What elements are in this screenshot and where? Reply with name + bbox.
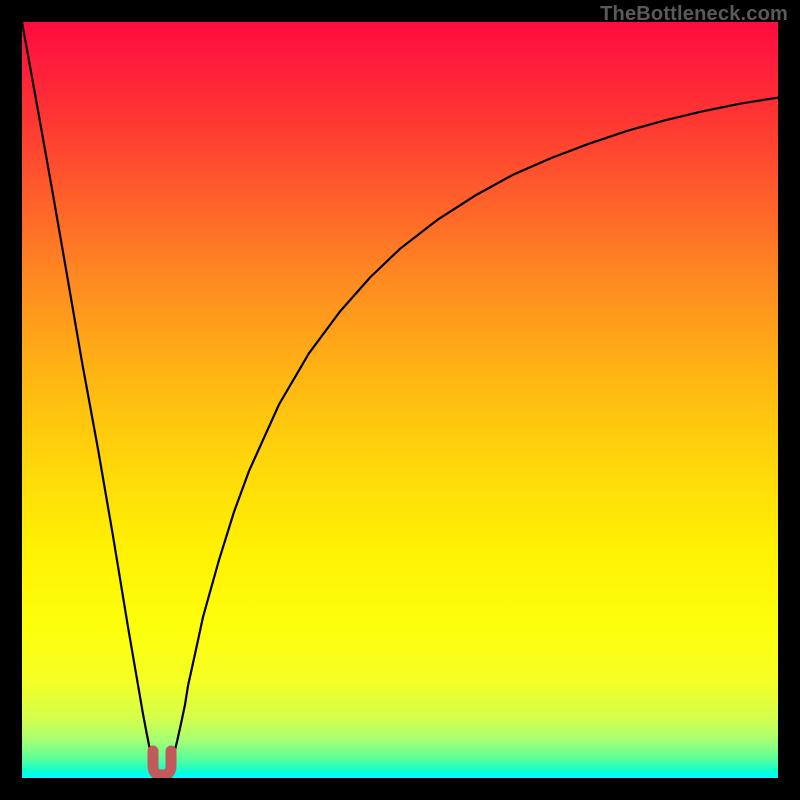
watermark-text: TheBottleneck.com: [600, 3, 788, 26]
trough-marker-icon: [153, 751, 171, 775]
plot-area: [22, 22, 778, 778]
chart-svg-layer: [22, 22, 778, 778]
bottleneck-curve: [22, 22, 778, 778]
chart-frame: TheBottleneck.com: [0, 0, 800, 800]
